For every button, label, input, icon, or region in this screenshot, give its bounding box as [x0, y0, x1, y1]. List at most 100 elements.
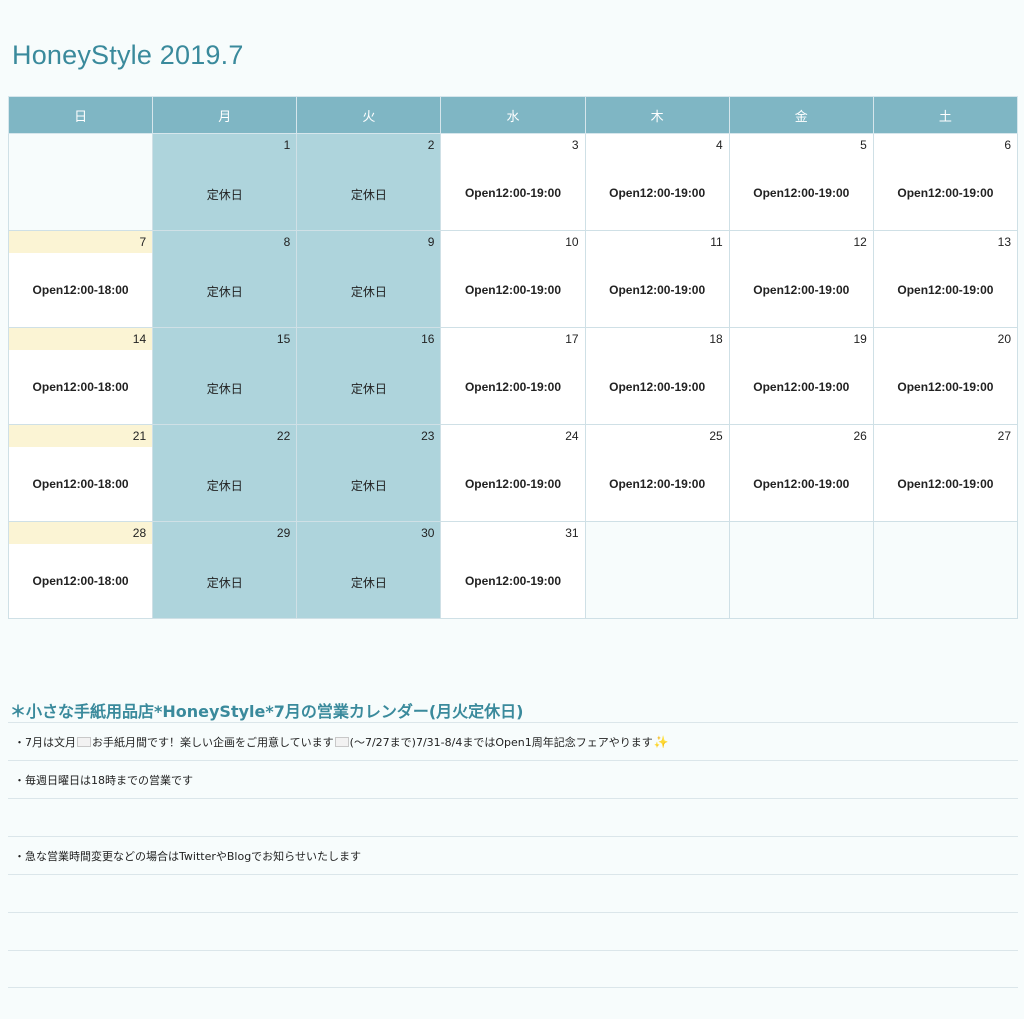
open-hours-label: Open12:00-19:00: [897, 186, 994, 200]
calendar-day-cell[interactable]: 17 Open12:00-19:00: [440, 327, 586, 425]
calendar-day-cell[interactable]: 3 Open12:00-19:00: [440, 133, 586, 231]
calendar-day-cell[interactable]: 14 Open12:00-18:00: [7, 327, 154, 425]
open-hours-label: Open12:00-19:00: [897, 380, 994, 394]
envelope-icon: [334, 736, 349, 747]
note-line-empty: [8, 912, 1018, 950]
calendar-week-row: 1 定休日 2 定休日 3 Open12:00-19:00 4 Open12:00-19:00…: [7, 133, 1019, 231]
calendar-day-cell[interactable]: 9 定休日: [296, 230, 442, 328]
day-number: 11: [710, 235, 723, 249]
note-text: (〜7/27まで)7/31-8/4まではOpen1周年記念フェアやります: [349, 735, 653, 749]
calendar-day-cell[interactable]: 25 Open12:00-19:00: [584, 424, 730, 522]
calendar-day-cell[interactable]: 27 Open12:00-19:00: [872, 424, 1019, 522]
day-number: 2: [427, 138, 435, 152]
weekday-header-mon: 月: [152, 96, 298, 134]
day-number: 18: [709, 332, 723, 346]
day-number: 22: [276, 429, 291, 443]
calendar-empty-cell: [584, 521, 730, 619]
calendar-day-cell[interactable]: 12 Open12:00-19:00: [728, 230, 874, 328]
calendar-day-cell[interactable]: 24 Open12:00-19:00: [440, 424, 586, 522]
open-hours-label: Open12:00-18:00: [32, 283, 129, 297]
day-number: 21: [9, 425, 153, 447]
page-title: HoneyStyle 2019.7: [12, 40, 244, 70]
day-number: 14: [9, 328, 153, 350]
note-line-1: ・7月は文月 お手紙月間です！楽しい企画をご用意しています (〜7/27まで)7…: [8, 722, 1018, 760]
calendar-day-cell[interactable]: 21 Open12:00-18:00: [7, 424, 154, 522]
closed-day-label: 定休日: [206, 382, 243, 396]
open-hours-label: Open12:00-19:00: [609, 477, 706, 491]
calendar-day-cell[interactable]: 5 Open12:00-19:00: [728, 133, 874, 231]
open-hours-label: Open12:00-19:00: [753, 186, 850, 200]
open-hours-label: Open12:00-19:00: [609, 283, 706, 297]
calendar-week-row: 28 Open12:00-18:00 29 定休日 30 定休日 31 Open12:00-1…: [7, 521, 1019, 619]
calendar-day-cell[interactable]: 2 定休日: [296, 133, 442, 231]
calendar-week-row: 14 Open12:00-18:00 15 定休日 16 定休日 17 Open12:00-1…: [7, 327, 1019, 425]
day-number: 23: [421, 429, 435, 443]
day-number: 5: [860, 138, 867, 152]
calendar-day-cell[interactable]: 22 定休日: [152, 424, 298, 522]
envelope-icon: [77, 736, 91, 747]
closed-day-label: 定休日: [350, 479, 387, 493]
day-number: 24: [565, 429, 579, 443]
closed-day-label: 定休日: [350, 576, 387, 590]
calendar-day-cell[interactable]: 1 定休日: [152, 133, 298, 231]
open-hours-label: Open12:00-19:00: [464, 283, 562, 297]
day-number: 7: [9, 231, 153, 253]
open-hours-label: Open12:00-19:00: [897, 283, 994, 297]
note-line-blank: [8, 798, 1018, 836]
open-hours-label: Open12:00-19:00: [753, 477, 850, 491]
day-number: 30: [421, 526, 435, 540]
closed-day-label: 定休日: [350, 382, 387, 396]
open-hours-label: Open12:00-19:00: [753, 283, 850, 297]
calendar-day-cell[interactable]: 30 定休日: [296, 521, 442, 619]
calendar-day-cell[interactable]: 18 Open12:00-19:00: [584, 327, 730, 425]
note-text: お手紙月間です！楽しい企画をご用意しています: [92, 735, 334, 749]
open-hours-label: Open12:00-18:00: [32, 574, 129, 588]
calendar-empty-cell: [728, 521, 874, 619]
day-number: 29: [276, 526, 291, 540]
weekday-header-sun: 日: [7, 96, 154, 134]
day-number: 12: [853, 235, 867, 249]
calendar-day-cell[interactable]: 23 定休日: [296, 424, 442, 522]
day-number: 19: [853, 332, 867, 346]
weekday-header-tue: 火: [296, 96, 442, 134]
calendar-body: 1 定休日 2 定休日 3 Open12:00-19:00 4 Open12:00-19:00…: [7, 133, 1019, 619]
calendar-day-cell[interactable]: 4 Open12:00-19:00: [584, 133, 730, 231]
day-number: 8: [283, 235, 291, 249]
day-number: 31: [565, 526, 579, 540]
calendar-week-row: 7 Open12:00-18:00 8 定休日 9 定休日 10 Open12:00-19:0…: [7, 230, 1019, 328]
calendar-day-cell[interactable]: 28 Open12:00-18:00: [7, 521, 154, 619]
open-hours-label: Open12:00-18:00: [32, 380, 129, 394]
closed-day-label: 定休日: [350, 188, 387, 202]
day-number: 6: [1004, 138, 1011, 152]
calendar-day-cell[interactable]: 15 定休日: [152, 327, 298, 425]
calendar-day-cell[interactable]: 16 定休日: [296, 327, 442, 425]
weekday-header-sat: 土: [872, 96, 1019, 134]
calendar-day-cell[interactable]: 13 Open12:00-19:00: [872, 230, 1019, 328]
day-number: 15: [276, 332, 291, 346]
calendar-day-cell[interactable]: 26 Open12:00-19:00: [728, 424, 874, 522]
note-line-empty: [8, 950, 1018, 988]
open-hours-label: Open12:00-19:00: [464, 186, 562, 200]
open-hours-label: Open12:00-19:00: [609, 186, 706, 200]
day-number: 1: [283, 138, 291, 152]
note-line-2: ・毎週日曜日は18時までの営業です: [8, 760, 1018, 798]
weekday-header-thu: 木: [584, 96, 730, 134]
calendar-day-cell[interactable]: 29 定休日: [152, 521, 298, 619]
calendar-day-cell[interactable]: 7 Open12:00-18:00: [7, 230, 154, 328]
closed-day-label: 定休日: [350, 285, 387, 299]
calendar-day-cell[interactable]: 31 Open12:00-19:00: [440, 521, 586, 619]
day-number: 17: [565, 332, 579, 346]
notes-list: ・7月は文月 お手紙月間です！楽しい企画をご用意しています (〜7/27まで)7…: [8, 722, 1018, 988]
calendar-day-cell[interactable]: 20 Open12:00-19:00: [872, 327, 1019, 425]
day-number: 28: [9, 522, 153, 544]
calendar-day-cell[interactable]: 8 定休日: [152, 230, 298, 328]
calendar-week-row: 21 Open12:00-18:00 22 定休日 23 定休日 24 Open12:00-1…: [7, 424, 1019, 522]
day-number: 20: [997, 332, 1011, 346]
day-number: 27: [997, 429, 1011, 443]
weekday-header-wed: 水: [440, 96, 586, 134]
calendar-day-cell[interactable]: 19 Open12:00-19:00: [728, 327, 874, 425]
closed-day-label: 定休日: [206, 479, 243, 493]
calendar-day-cell[interactable]: 6 Open12:00-19:00: [872, 133, 1019, 231]
calendar-day-cell[interactable]: 11 Open12:00-19:00: [584, 230, 730, 328]
calendar-day-cell[interactable]: 10 Open12:00-19:00: [440, 230, 586, 328]
